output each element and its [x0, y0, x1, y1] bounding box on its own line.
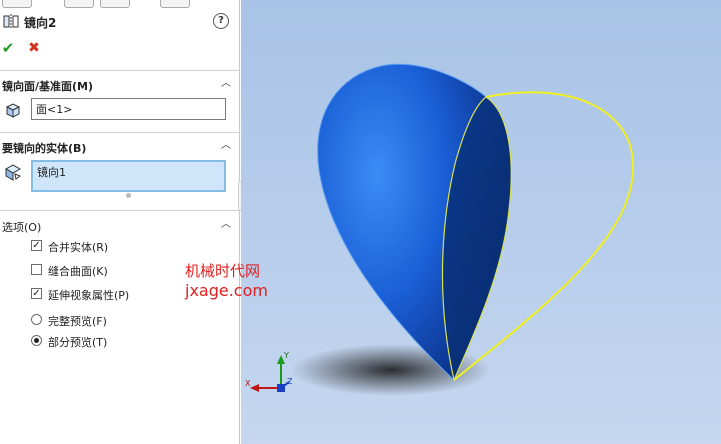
- help-icon[interactable]: ?: [213, 13, 229, 29]
- option-label: 合并实体(R): [48, 241, 109, 254]
- graphics-viewport[interactable]: Y X Z: [241, 0, 721, 444]
- divider: [0, 210, 240, 211]
- coordinate-triad: [250, 355, 290, 392]
- option-label: 完整预览(F): [48, 315, 107, 328]
- tab-dim-xpert[interactable]: [160, 0, 190, 8]
- model-canvas[interactable]: Y X Z: [241, 0, 721, 444]
- divider: [0, 70, 240, 71]
- watermark-text-cn: 机械时代网: [185, 262, 261, 280]
- ok-button[interactable]: ✔: [0, 40, 16, 56]
- collapse-caret-icon[interactable]: ︿: [220, 140, 232, 152]
- triad-z-label: Z: [287, 377, 293, 386]
- triad-x-label: X: [245, 379, 251, 388]
- tab-property-manager[interactable]: [64, 0, 94, 8]
- triad-y-label: Y: [283, 351, 289, 360]
- watermark-text-en: jxage.com: [185, 281, 268, 300]
- collapse-caret-icon[interactable]: ︿: [220, 219, 232, 231]
- property-manager-panel: 镜向2 ? ✔ ✖ 镜向面/基准面(M) ︿ 面<1> 要镜向的实体(B) ︿ …: [0, 0, 249, 444]
- divider: [0, 132, 240, 133]
- tab-feature-manager[interactable]: [2, 0, 32, 8]
- feature-title-row: 镜向2 ?: [0, 10, 240, 32]
- bodies-to-mirror-field[interactable]: 镜向1: [31, 160, 226, 192]
- solid-body-icon: [4, 164, 22, 181]
- tab-configuration-manager[interactable]: [100, 0, 130, 8]
- mirror-face-field[interactable]: 面<1>: [31, 98, 226, 120]
- cancel-button[interactable]: ✖: [26, 40, 42, 56]
- option-label: 部分预览(T): [48, 336, 108, 349]
- options-section-header[interactable]: 选项(O) ︿: [0, 217, 240, 235]
- option-label: 缝合曲面(K): [48, 265, 108, 278]
- bodies-section-header[interactable]: 要镜向的实体(B) ︿: [0, 138, 240, 156]
- mirror-feature-icon: [3, 14, 19, 28]
- partial-preview-radio[interactable]: [31, 335, 42, 346]
- feature-title: 镜向2: [24, 16, 57, 30]
- options-section-title: 选项(O): [2, 221, 42, 234]
- panel-tab-strip: [0, 0, 240, 8]
- mirror-face-section-title: 镜向面/基准面(M): [2, 80, 94, 93]
- merge-bodies-checkbox[interactable]: ✓: [31, 240, 42, 251]
- propagate-visual-checkbox[interactable]: ✓: [31, 288, 42, 299]
- mirror-face-section-header[interactable]: 镜向面/基准面(M) ︿: [0, 76, 240, 94]
- list-resize-handle[interactable]: [126, 193, 131, 198]
- knit-surfaces-checkbox[interactable]: [31, 264, 42, 275]
- face-plane-icon: [5, 103, 21, 118]
- bodies-section-title: 要镜向的实体(B): [2, 142, 87, 155]
- full-preview-radio[interactable]: [31, 314, 42, 325]
- option-label: 延伸视象属性(P): [48, 289, 130, 302]
- collapse-caret-icon[interactable]: ︿: [220, 78, 232, 90]
